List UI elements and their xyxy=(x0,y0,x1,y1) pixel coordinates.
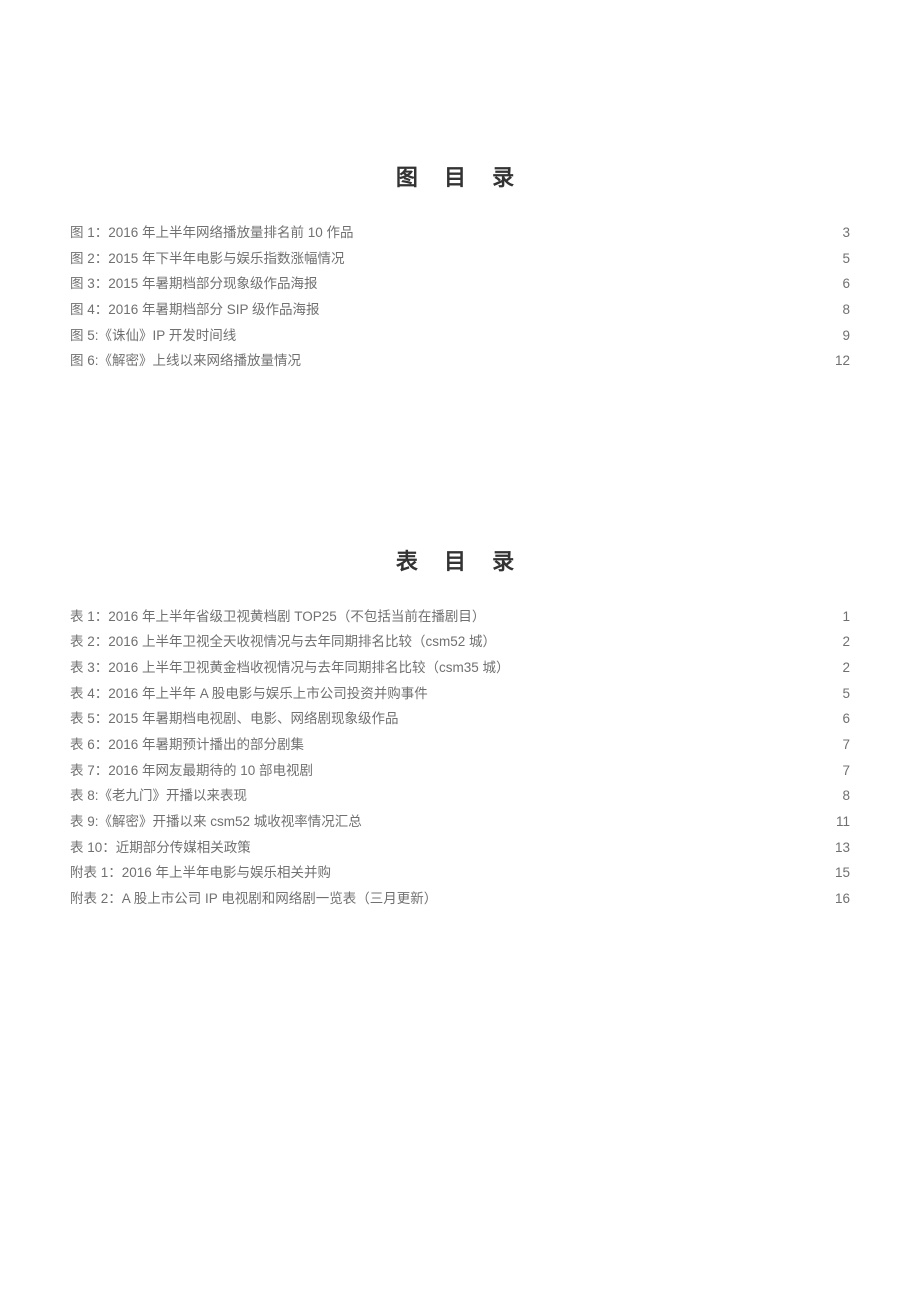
figures-toc-list: 图 1：2016 年上半年网络播放量排名前 10 作品 3 图 2：2015 年… xyxy=(70,220,850,374)
toc-label: 图 4：2016 年暑期档部分 SIP 级作品海报 xyxy=(70,297,320,323)
toc-label: 表 8:《老九门》开播以来表现 xyxy=(70,783,247,809)
toc-page: 8 xyxy=(842,297,850,323)
toc-label: 表 9:《解密》开播以来 csm52 城收视率情况汇总 xyxy=(70,809,362,835)
toc-page: 5 xyxy=(842,246,850,272)
toc-entry: 图 6:《解密》上线以来网络播放量情况 12 xyxy=(70,348,850,374)
toc-page: 11 xyxy=(836,809,850,835)
toc-entry: 图 1：2016 年上半年网络播放量排名前 10 作品 3 xyxy=(70,220,850,246)
toc-entry: 表 2：2016 上半年卫视全天收视情况与去年同期排名比较（csm52 城） 2 xyxy=(70,629,850,655)
toc-page: 12 xyxy=(835,348,850,374)
toc-entry: 表 6：2016 年暑期预计播出的部分剧集 7 xyxy=(70,732,850,758)
toc-page: 7 xyxy=(842,758,850,784)
toc-page: 13 xyxy=(835,835,850,861)
toc-entry: 表 5：2015 年暑期档电视剧、电影、网络剧现象级作品 6 xyxy=(70,706,850,732)
figures-toc-title: 图 目 录 xyxy=(70,160,850,192)
toc-label: 表 4：2016 年上半年 A 股电影与娱乐上市公司投资并购事件 xyxy=(70,681,428,707)
toc-entry: 表 4：2016 年上半年 A 股电影与娱乐上市公司投资并购事件 5 xyxy=(70,681,850,707)
toc-page: 8 xyxy=(842,783,850,809)
toc-page: 7 xyxy=(842,732,850,758)
toc-label: 图 5:《诛仙》IP 开发时间线 xyxy=(70,323,236,349)
toc-entry: 附表 1：2016 年上半年电影与娱乐相关并购 15 xyxy=(70,860,850,886)
toc-page: 2 xyxy=(842,629,850,655)
toc-page: 3 xyxy=(842,220,850,246)
toc-label: 表 3：2016 上半年卫视黄金档收视情况与去年同期排名比较（csm35 城） xyxy=(70,655,510,681)
toc-page: 2 xyxy=(842,655,850,681)
toc-page: 6 xyxy=(842,706,850,732)
toc-entry: 附表 2：A 股上市公司 IP 电视剧和网络剧一览表（三月更新） 16 xyxy=(70,886,850,912)
toc-entry: 图 3：2015 年暑期档部分现象级作品海报 6 xyxy=(70,271,850,297)
toc-label: 附表 2：A 股上市公司 IP 电视剧和网络剧一览表（三月更新） xyxy=(70,886,437,912)
toc-page: 9 xyxy=(842,323,850,349)
toc-entry: 表 9:《解密》开播以来 csm52 城收视率情况汇总 11 xyxy=(70,809,850,835)
toc-label: 图 6:《解密》上线以来网络播放量情况 xyxy=(70,348,301,374)
toc-label: 图 2：2015 年下半年电影与娱乐指数涨幅情况 xyxy=(70,246,345,272)
toc-label: 表 2：2016 上半年卫视全天收视情况与去年同期排名比较（csm52 城） xyxy=(70,629,496,655)
toc-label: 表 1：2016 年上半年省级卫视黄档剧 TOP25（不包括当前在播剧目） xyxy=(70,604,485,630)
toc-entry: 表 3：2016 上半年卫视黄金档收视情况与去年同期排名比较（csm35 城） … xyxy=(70,655,850,681)
toc-page: 5 xyxy=(842,681,850,707)
toc-entry: 图 2：2015 年下半年电影与娱乐指数涨幅情况 5 xyxy=(70,246,850,272)
toc-entry: 图 5:《诛仙》IP 开发时间线 9 xyxy=(70,323,850,349)
toc-entry: 表 7：2016 年网友最期待的 10 部电视剧 7 xyxy=(70,758,850,784)
toc-label: 附表 1：2016 年上半年电影与娱乐相关并购 xyxy=(70,860,331,886)
toc-entry: 表 1：2016 年上半年省级卫视黄档剧 TOP25（不包括当前在播剧目） 1 xyxy=(70,604,850,630)
toc-page: 6 xyxy=(842,271,850,297)
toc-label: 表 7：2016 年网友最期待的 10 部电视剧 xyxy=(70,758,313,784)
toc-entry: 图 4：2016 年暑期档部分 SIP 级作品海报 8 xyxy=(70,297,850,323)
toc-label: 图 1：2016 年上半年网络播放量排名前 10 作品 xyxy=(70,220,354,246)
toc-label: 表 10：近期部分传媒相关政策 xyxy=(70,835,251,861)
figures-toc-section: 图 目 录 图 1：2016 年上半年网络播放量排名前 10 作品 3 图 2：… xyxy=(70,160,850,374)
toc-entry: 表 10：近期部分传媒相关政策 13 xyxy=(70,835,850,861)
toc-label: 表 6：2016 年暑期预计播出的部分剧集 xyxy=(70,732,304,758)
toc-entry: 表 8:《老九门》开播以来表现 8 xyxy=(70,783,850,809)
toc-page: 15 xyxy=(835,860,850,886)
toc-label: 表 5：2015 年暑期档电视剧、电影、网络剧现象级作品 xyxy=(70,706,399,732)
toc-label: 图 3：2015 年暑期档部分现象级作品海报 xyxy=(70,271,318,297)
tables-toc-list: 表 1：2016 年上半年省级卫视黄档剧 TOP25（不包括当前在播剧目） 1 … xyxy=(70,604,850,912)
toc-page: 16 xyxy=(835,886,850,912)
tables-toc-title: 表 目 录 xyxy=(70,544,850,576)
toc-page: 1 xyxy=(842,604,850,630)
tables-toc-section: 表 目 录 表 1：2016 年上半年省级卫视黄档剧 TOP25（不包括当前在播… xyxy=(70,544,850,912)
